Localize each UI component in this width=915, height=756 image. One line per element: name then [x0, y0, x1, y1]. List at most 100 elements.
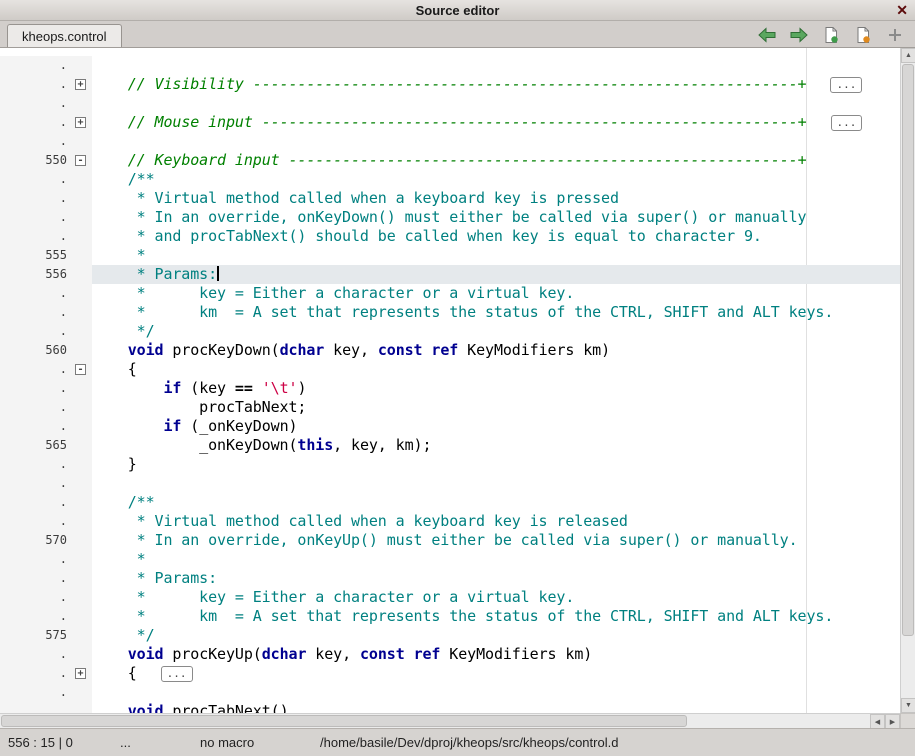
status-dots: ... — [120, 735, 131, 750]
document-add-icon[interactable] — [821, 25, 841, 45]
tab-kheops-control[interactable]: kheops.control — [7, 24, 122, 47]
fold-expand-icon[interactable]: + — [75, 668, 86, 679]
code-token: * In an override, onKeyDown() must eithe… — [92, 208, 806, 226]
code-line[interactable]: 575 */ — [0, 626, 900, 645]
code-line[interactable]: . * key = Either a character or a virtua… — [0, 284, 900, 303]
line-number: . — [0, 569, 70, 588]
code-line[interactable]: . /** — [0, 170, 900, 189]
fold-expand-icon[interactable]: + — [75, 79, 86, 90]
code-token — [92, 151, 128, 169]
code-token — [92, 379, 163, 397]
fold-collapse-icon[interactable]: - — [75, 155, 86, 166]
code-line[interactable]: . * key = Either a character or a virtua… — [0, 588, 900, 607]
vertical-scrollbar[interactable]: ▲ ▼ — [900, 48, 915, 713]
code-line[interactable]: 570 * In an override, onKeyUp() must eit… — [0, 531, 900, 550]
code-line[interactable]: . — [0, 683, 900, 702]
code-text — [92, 56, 900, 75]
code-token: ----------------------------------------… — [289, 151, 798, 169]
code-token: * — [92, 550, 146, 568]
code-line[interactable]: .+ {... — [0, 664, 900, 683]
code-token: // Visibility — [128, 75, 253, 93]
code-line[interactable]: . if (key == '\t') — [0, 379, 900, 398]
code-line[interactable]: . */ — [0, 322, 900, 341]
line-number: . — [0, 702, 70, 713]
code-text: { — [92, 360, 900, 379]
scroll-left-icon[interactable]: ◀ — [870, 714, 885, 729]
code-line[interactable]: . — [0, 56, 900, 75]
scroll-up-icon[interactable]: ▲ — [901, 48, 915, 63]
code-token: { — [92, 360, 137, 378]
line-number: . — [0, 208, 70, 227]
code-line[interactable]: 556 * Params: — [0, 265, 900, 284]
macro-status: no macro — [200, 735, 254, 750]
code-editor[interactable]: ..+ // Visibility ----------------------… — [0, 48, 900, 713]
collapsed-code-ellipsis[interactable]: ... — [831, 115, 863, 131]
collapsed-code-ellipsis[interactable]: ... — [161, 666, 193, 682]
code-line[interactable]: . — [0, 132, 900, 151]
code-line[interactable]: . } — [0, 455, 900, 474]
code-token: * — [92, 246, 146, 264]
code-line[interactable]: . if (_onKeyDown) — [0, 417, 900, 436]
code-text: * In an override, onKeyDown() must eithe… — [92, 208, 900, 227]
code-line[interactable]: . * km = A set that represents the statu… — [0, 607, 900, 626]
back-icon[interactable] — [757, 25, 777, 45]
code-token: + — [798, 75, 807, 93]
horizontal-scrollbar[interactable]: ◀ ▶ — [0, 713, 900, 728]
forward-icon[interactable] — [789, 25, 809, 45]
code-line[interactable]: . * Virtual method called when a keyboar… — [0, 189, 900, 208]
code-text — [92, 474, 900, 493]
code-text: /** — [92, 170, 900, 189]
code-token: _onKeyDown( — [92, 436, 297, 454]
fold-collapse-icon[interactable]: - — [75, 364, 86, 375]
fold-gutter — [70, 132, 92, 151]
line-number: . — [0, 683, 70, 702]
code-line[interactable]: . + // Visibility -----------------------… — [0, 75, 900, 94]
horizontal-scroll-thumb[interactable] — [1, 715, 687, 727]
code-token: ref — [414, 645, 441, 663]
code-line[interactable]: . * Params: — [0, 569, 900, 588]
code-token: */ — [92, 626, 155, 644]
code-line[interactable]: . * Virtual method called when a keyboar… — [0, 512, 900, 531]
line-number: . — [0, 493, 70, 512]
code-line[interactable]: . * km = A set that represents the statu… — [0, 303, 900, 322]
code-line[interactable]: . procTabNext; — [0, 398, 900, 417]
fold-expand-icon[interactable]: + — [75, 117, 86, 128]
collapsed-code-ellipsis[interactable]: ... — [830, 77, 862, 93]
code-line[interactable]: .- { — [0, 360, 900, 379]
scroll-right-icon[interactable]: ▶ — [885, 714, 900, 729]
code-line[interactable]: 560 void procKeyDown(dchar key, const re… — [0, 341, 900, 360]
code-line[interactable]: . * — [0, 550, 900, 569]
line-number: . — [0, 474, 70, 493]
document-edit-icon[interactable] — [853, 25, 873, 45]
close-icon[interactable]: ✕ — [896, 2, 908, 19]
scroll-down-icon[interactable]: ▼ — [901, 698, 915, 713]
line-number: . — [0, 75, 70, 94]
code-token: * Virtual method called when a keyboard … — [92, 512, 628, 530]
code-line[interactable]: . — [0, 94, 900, 113]
code-text: // Mouse input -------------------------… — [92, 113, 900, 132]
code-line[interactable]: . void procTabNext() — [0, 702, 900, 713]
code-line[interactable]: 555 * — [0, 246, 900, 265]
code-token: { — [92, 664, 137, 682]
code-token — [92, 341, 128, 359]
line-number: 560 — [0, 341, 70, 360]
code-line[interactable]: . /** — [0, 493, 900, 512]
code-line[interactable]: . void procKeyUp(dchar key, const ref Ke… — [0, 645, 900, 664]
code-line[interactable]: 550- // Keyboard input -----------------… — [0, 151, 900, 170]
detach-icon[interactable] — [885, 25, 905, 45]
code-line[interactable]: 565 _onKeyDown(this, key, km); — [0, 436, 900, 455]
fold-gutter — [70, 702, 92, 713]
code-line[interactable]: . * In an override, onKeyDown() must eit… — [0, 208, 900, 227]
code-token: KeyModifiers km) — [440, 645, 592, 663]
window-titlebar[interactable]: Source editor ✕ — [0, 0, 915, 21]
code-line[interactable]: .+ // Mouse input ----------------------… — [0, 113, 900, 132]
code-token: procTabNext() — [163, 702, 288, 713]
line-number: 556 — [0, 265, 70, 284]
vertical-scroll-thumb[interactable] — [902, 64, 914, 636]
line-number: . — [0, 132, 70, 151]
code-text: * Virtual method called when a keyboard … — [92, 189, 900, 208]
code-line[interactable]: . * and procTabNext() should be called w… — [0, 227, 900, 246]
code-line[interactable]: . — [0, 474, 900, 493]
code-token: procKeyUp( — [163, 645, 261, 663]
code-text: // Visibility --------------------------… — [92, 75, 900, 94]
